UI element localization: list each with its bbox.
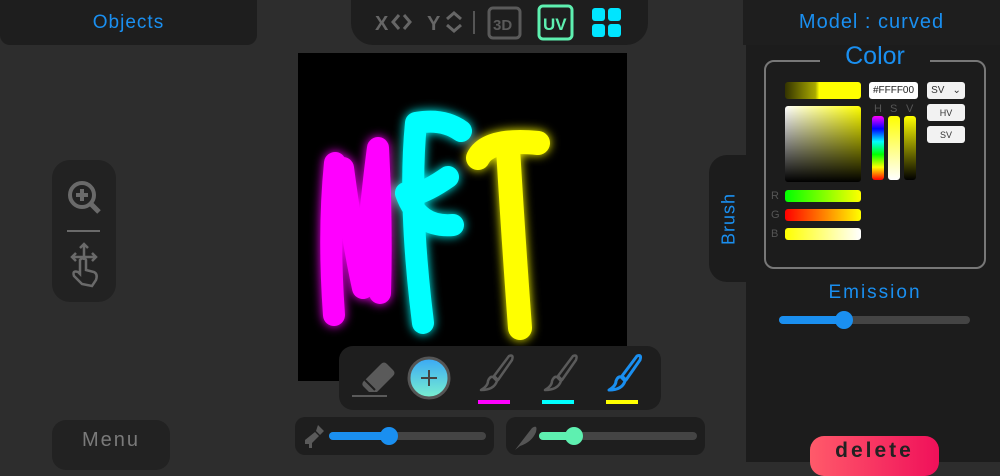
menu-button[interactable]: Menu xyxy=(52,420,170,470)
y-axis-arrows-icon[interactable]: Y xyxy=(427,11,462,35)
eraser-icon[interactable] xyxy=(352,362,395,397)
softness-slider[interactable] xyxy=(539,427,697,445)
green-slider[interactable] xyxy=(785,209,861,221)
hv-button[interactable]: HV xyxy=(927,104,965,121)
brush-slot-3[interactable] xyxy=(606,354,643,405)
blue-slider[interactable] xyxy=(785,228,861,240)
sv-square[interactable] xyxy=(785,106,861,182)
model-title: Model : curved xyxy=(743,0,1000,45)
mode-select[interactable]: SV ⌄ xyxy=(927,82,965,99)
svg-text:X: X xyxy=(375,13,389,35)
svg-text:UV: UV xyxy=(543,15,567,34)
current-color-preview xyxy=(785,82,861,99)
brush-color-swatch xyxy=(542,400,574,404)
brush-icon xyxy=(479,354,514,392)
brush-size-slider[interactable] xyxy=(329,427,486,445)
view-tools-panel xyxy=(52,160,116,302)
svg-text:3D: 3D xyxy=(493,17,512,34)
view-toolbar: X Y 3D UV xyxy=(351,0,648,45)
grid-icon[interactable] xyxy=(592,8,621,37)
x-axis-arrows-icon[interactable]: X xyxy=(375,13,412,35)
brush-slot-1[interactable] xyxy=(478,354,514,405)
g-label: G xyxy=(771,209,780,221)
nft-drawing xyxy=(320,110,550,340)
pan-gesture-icon[interactable] xyxy=(70,242,98,288)
delete-button[interactable]: delete xyxy=(810,436,939,476)
chevron-down-icon: ⌄ xyxy=(952,85,961,96)
value-slider[interactable] xyxy=(904,116,916,180)
color-title: Color xyxy=(820,42,930,71)
add-icon[interactable] xyxy=(407,356,451,400)
drawing-canvas[interactable] xyxy=(298,53,627,381)
brush-tab-label: Brush xyxy=(718,192,739,245)
hex-input[interactable]: #FFFF00 xyxy=(869,82,918,99)
paint-brush-icon xyxy=(305,425,324,448)
stroke-t xyxy=(466,130,550,340)
v-label: V xyxy=(906,103,914,115)
objects-label: Objects xyxy=(92,11,165,33)
s-label: S xyxy=(890,103,898,115)
stroke-n xyxy=(320,137,392,326)
svg-text:Y: Y xyxy=(427,13,441,35)
3d-icon[interactable]: 3D xyxy=(487,6,522,40)
mode-select-value: SV xyxy=(931,85,945,96)
r-label: R xyxy=(771,190,779,202)
model-label: Model : curved xyxy=(798,11,945,33)
menu-label: Menu xyxy=(81,429,141,451)
stroke-f xyxy=(395,110,472,334)
hue-slider[interactable] xyxy=(872,116,884,180)
softness-slider-panel xyxy=(506,417,705,455)
brush-toolbar xyxy=(339,346,661,410)
emission-slider[interactable] xyxy=(779,311,970,329)
feather-icon xyxy=(515,426,537,450)
brush-icon xyxy=(543,354,578,392)
zoom-in-icon[interactable] xyxy=(68,181,101,214)
delete-label: delete xyxy=(835,439,914,462)
brush-tab[interactable]: Brush xyxy=(709,155,749,282)
b-label: B xyxy=(771,228,779,240)
h-label: H xyxy=(874,103,882,115)
emission-label: Emission xyxy=(828,282,922,303)
brush-color-swatch xyxy=(478,400,510,404)
sv-button[interactable]: SV xyxy=(927,126,965,143)
objects-tab[interactable]: Objects xyxy=(0,0,257,45)
red-slider[interactable] xyxy=(785,190,861,202)
saturation-slider[interactable] xyxy=(888,116,900,180)
brush-icon xyxy=(607,354,643,392)
uv-icon[interactable]: UV xyxy=(537,4,574,41)
brush-color-swatch xyxy=(606,400,638,404)
brush-size-slider-panel xyxy=(295,417,494,455)
brush-slot-2[interactable] xyxy=(542,354,578,405)
